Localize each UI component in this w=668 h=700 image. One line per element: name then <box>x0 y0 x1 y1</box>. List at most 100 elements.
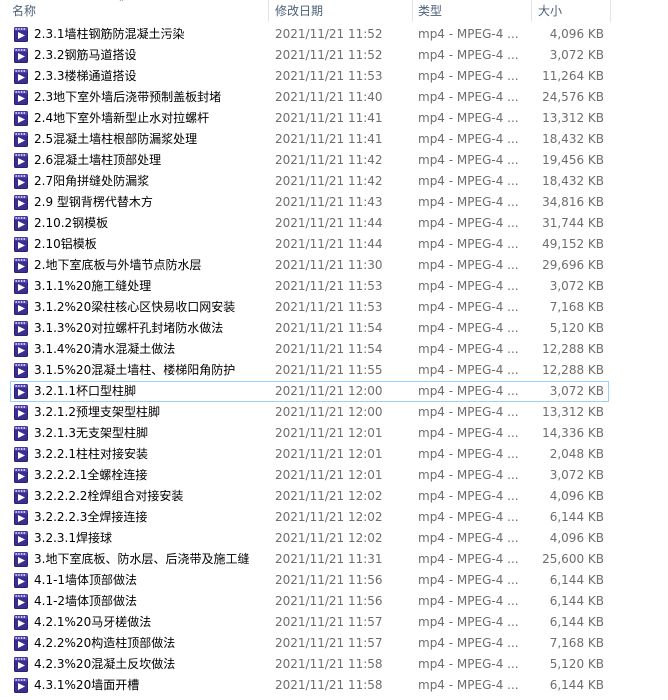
file-name: 4.1-2墙体顶部做法 <box>34 594 138 608</box>
column-header-type[interactable]: 类型 <box>418 0 442 22</box>
video-file-icon <box>14 426 28 441</box>
file-row[interactable]: 3.2.3.1焊接球 2021/11/21 12:02 mp4 - MPEG-4… <box>0 528 668 549</box>
column-divider[interactable] <box>610 0 611 22</box>
file-row[interactable]: 2.5混凝土墙柱根部防漏浆处理 2021/11/21 11:41 mp4 - M… <box>0 129 668 150</box>
file-type: mp4 - MPEG-4 ... <box>418 405 519 419</box>
file-row[interactable]: 4.3.1%20墙面开槽 2021/11/21 11:58 mp4 - MPEG… <box>0 675 668 696</box>
file-type: mp4 - MPEG-4 ... <box>418 69 519 83</box>
file-row[interactable]: 3.地下室底板、防水层、后浇带及施工缝 2021/11/21 11:31 mp4… <box>0 549 668 570</box>
file-type: mp4 - MPEG-4 ... <box>418 216 519 230</box>
file-row[interactable]: 3.2.2.2.3全焊接连接 2021/11/21 12:02 mp4 - MP… <box>0 507 668 528</box>
file-name: 2.6混凝土墙柱顶部处理 <box>34 153 162 167</box>
file-name: 2.3.1墙柱钢筋防混凝土污染 <box>34 27 185 41</box>
video-file-icon <box>14 195 28 210</box>
file-row[interactable]: 3.1.2%20梁柱核心区快易收口网安装 2021/11/21 11:53 mp… <box>0 297 668 318</box>
file-row[interactable]: 2.7阳角拼缝处防漏浆 2021/11/21 11:42 mp4 - MPEG-… <box>0 171 668 192</box>
column-divider[interactable] <box>412 0 413 22</box>
file-modified-date: 2021/11/21 11:41 <box>275 111 383 125</box>
file-modified-date: 2021/11/21 12:00 <box>275 384 383 398</box>
file-modified-date: 2021/11/21 11:56 <box>275 573 383 587</box>
file-type: mp4 - MPEG-4 ... <box>418 342 519 356</box>
column-divider[interactable] <box>531 0 532 22</box>
file-name: 4.3.1%20墙面开槽 <box>34 678 140 692</box>
file-size: 29,696 KB <box>542 258 604 272</box>
file-row[interactable]: 3.1.4%20清水混凝土做法 2021/11/21 11:54 mp4 - M… <box>0 339 668 360</box>
file-row[interactable]: 3.2.1.1杯口型柱脚 2021/11/21 12:00 mp4 - MPEG… <box>0 381 668 402</box>
file-row[interactable]: 2.9 型钢背楞代替木方 2021/11/21 11:43 mp4 - MPEG… <box>0 192 668 213</box>
video-file-icon <box>14 573 28 588</box>
file-size: 3,072 KB <box>549 48 604 62</box>
file-row[interactable]: 3.1.5%20混凝土墙柱、楼梯阳角防护 2021/11/21 11:55 mp… <box>0 360 668 381</box>
file-row[interactable]: 2.6混凝土墙柱顶部处理 2021/11/21 11:42 mp4 - MPEG… <box>0 150 668 171</box>
file-size: 3,072 KB <box>549 384 604 398</box>
video-file-icon <box>14 594 28 609</box>
video-file-icon <box>14 153 28 168</box>
file-row[interactable]: 2.10铝模板 2021/11/21 11:44 mp4 - MPEG-4 ..… <box>0 234 668 255</box>
file-modified-date: 2021/11/21 11:53 <box>275 279 383 293</box>
file-type: mp4 - MPEG-4 ... <box>418 531 519 545</box>
file-name: 3.2.1.3无支架型柱脚 <box>34 426 148 440</box>
video-file-icon <box>14 657 28 672</box>
file-size: 12,288 KB <box>542 342 604 356</box>
column-header: 名称 ⌃ 修改日期 类型 大小 <box>0 0 668 22</box>
file-row[interactable]: 4.1-2墙体顶部做法 2021/11/21 11:56 mp4 - MPEG-… <box>0 591 668 612</box>
video-file-icon <box>14 384 28 399</box>
video-file-icon <box>14 342 28 357</box>
file-row[interactable]: 3.1.1%20施工缝处理 2021/11/21 11:53 mp4 - MPE… <box>0 276 668 297</box>
file-row[interactable]: 3.2.2.2.2栓焊组合对接安装 2021/11/21 12:02 mp4 -… <box>0 486 668 507</box>
video-file-icon <box>14 405 28 420</box>
video-file-icon <box>14 132 28 147</box>
file-row[interactable]: 3.2.1.3无支架型柱脚 2021/11/21 12:01 mp4 - MPE… <box>0 423 668 444</box>
file-row[interactable]: 3.2.1.2预埋支架型柱脚 2021/11/21 12:00 mp4 - MP… <box>0 402 668 423</box>
file-modified-date: 2021/11/21 11:52 <box>275 27 383 41</box>
file-name: 2.3地下室外墙后浇带预制盖板封堵 <box>34 90 222 104</box>
file-row[interactable]: 2.3.2钢筋马道搭设 2021/11/21 11:52 mp4 - MPEG-… <box>0 45 668 66</box>
column-header-size[interactable]: 大小 <box>538 0 562 22</box>
file-name: 3.2.2.2.2栓焊组合对接安装 <box>34 489 184 503</box>
file-name: 3.1.3%20对拉螺杆孔封堵防水做法 <box>34 321 224 335</box>
video-file-icon <box>14 90 28 105</box>
file-name: 3.2.1.2预埋支架型柱脚 <box>34 405 160 419</box>
file-row[interactable]: 2.3.1墙柱钢筋防混凝土污染 2021/11/21 11:52 mp4 - M… <box>0 24 668 45</box>
file-modified-date: 2021/11/21 11:52 <box>275 48 383 62</box>
column-divider[interactable] <box>268 0 269 22</box>
file-modified-date: 2021/11/21 11:57 <box>275 636 383 650</box>
file-row[interactable]: 3.1.3%20对拉螺杆孔封堵防水做法 2021/11/21 11:54 mp4… <box>0 318 668 339</box>
file-row[interactable]: 4.2.3%20混凝土反坎做法 2021/11/21 11:58 mp4 - M… <box>0 654 668 675</box>
video-file-icon <box>14 216 28 231</box>
file-size: 14,336 KB <box>542 426 604 440</box>
file-row[interactable]: 4.2.2%20构造柱顶部做法 2021/11/21 11:57 mp4 - M… <box>0 633 668 654</box>
video-file-icon <box>14 69 28 84</box>
file-row[interactable]: 2.3.3楼梯通道搭设 2021/11/21 11:53 mp4 - MPEG-… <box>0 66 668 87</box>
file-name: 3.2.2.1柱柱对接安装 <box>34 447 148 461</box>
file-modified-date: 2021/11/21 12:01 <box>275 426 383 440</box>
file-row[interactable]: 4.1-1墙体顶部做法 2021/11/21 11:56 mp4 - MPEG-… <box>0 570 668 591</box>
file-row[interactable]: 2.10.2钢模板 2021/11/21 11:44 mp4 - MPEG-4 … <box>0 213 668 234</box>
file-name: 3.2.2.2.1全螺栓连接 <box>34 468 148 482</box>
file-modified-date: 2021/11/21 11:54 <box>275 342 383 356</box>
file-type: mp4 - MPEG-4 ... <box>418 489 519 503</box>
file-modified-date: 2021/11/21 11:58 <box>275 678 383 692</box>
file-row[interactable]: 2.4地下室外墙新型止水对拉螺杆 2021/11/21 11:41 mp4 - … <box>0 108 668 129</box>
file-size: 19,456 KB <box>542 153 604 167</box>
file-row[interactable]: 3.2.2.2.1全螺栓连接 2021/11/21 12:01 mp4 - MP… <box>0 465 668 486</box>
column-header-name[interactable]: 名称 <box>12 0 36 22</box>
file-name: 3.1.1%20施工缝处理 <box>34 279 152 293</box>
column-header-date[interactable]: 修改日期 <box>275 0 323 22</box>
video-file-icon <box>14 678 28 693</box>
file-name: 4.1-1墙体顶部做法 <box>34 573 138 587</box>
file-name: 2.地下室底板与外墙节点防水层 <box>34 258 202 272</box>
file-modified-date: 2021/11/21 11:55 <box>275 363 383 377</box>
file-modified-date: 2021/11/21 12:02 <box>275 510 383 524</box>
file-size: 6,144 KB <box>549 615 604 629</box>
file-row[interactable]: 2.3地下室外墙后浇带预制盖板封堵 2021/11/21 11:40 mp4 -… <box>0 87 668 108</box>
file-type: mp4 - MPEG-4 ... <box>418 90 519 104</box>
file-row[interactable]: 3.2.2.1柱柱对接安装 2021/11/21 12:01 mp4 - MPE… <box>0 444 668 465</box>
file-modified-date: 2021/11/21 11:53 <box>275 69 383 83</box>
file-name: 2.5混凝土墙柱根部防漏浆处理 <box>34 132 198 146</box>
file-row[interactable]: 4.2.1%20马牙槎做法 2021/11/21 11:57 mp4 - MPE… <box>0 612 668 633</box>
file-name: 3.1.4%20清水混凝土做法 <box>34 342 176 356</box>
file-modified-date: 2021/11/21 11:58 <box>275 657 383 671</box>
file-modified-date: 2021/11/21 11:44 <box>275 216 383 230</box>
file-row[interactable]: 2.地下室底板与外墙节点防水层 2021/11/21 11:30 mp4 - M… <box>0 255 668 276</box>
